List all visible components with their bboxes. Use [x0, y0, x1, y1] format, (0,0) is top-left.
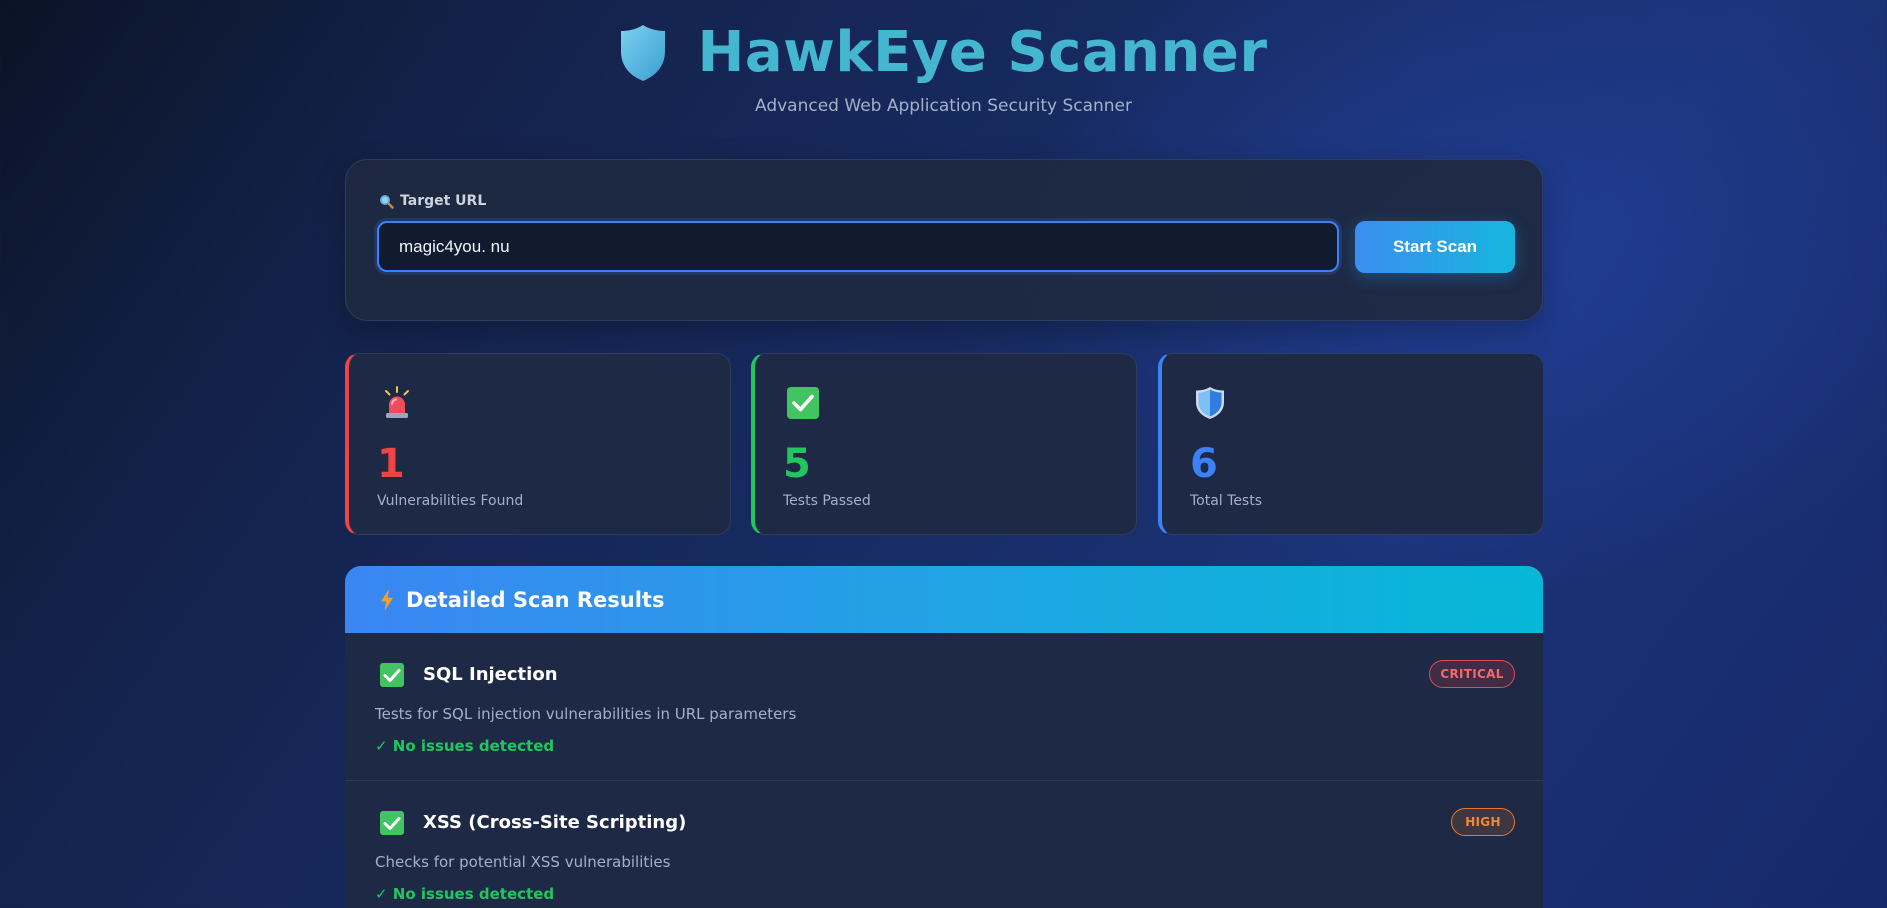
stat-card-vulnerabilities: 1 Vulnerabilities Found	[345, 353, 731, 535]
check-box-icon	[380, 811, 404, 835]
check-box-icon	[787, 387, 819, 419]
start-scan-button[interactable]: Start Scan	[1355, 221, 1515, 273]
result-status: ✓ No issues detected	[375, 885, 555, 903]
page-subtitle: Advanced Web Application Security Scanne…	[755, 96, 1132, 116]
stat-card-total-tests: 6 Total Tests	[1158, 353, 1544, 535]
stat-label: Tests Passed	[783, 493, 871, 509]
scan-results-panel: Detailed Scan Results SQL Injection CRIT…	[345, 566, 1543, 908]
result-status: ✓ No issues detected	[375, 737, 555, 755]
severity-badge: CRITICAL	[1429, 660, 1515, 688]
brand: HawkEye Scanner	[0, 18, 1887, 88]
results-title: Detailed Scan Results	[406, 587, 665, 612]
stat-value: 6	[1190, 441, 1218, 487]
shield-icon	[1196, 387, 1224, 419]
target-url-label: Target URL	[379, 193, 486, 209]
result-description: Checks for potential XSS vulnerabilities	[375, 853, 671, 871]
scan-form-card: Target URL Start Scan	[345, 159, 1543, 321]
check-box-icon	[380, 663, 404, 687]
result-description: Tests for SQL injection vulnerabilities …	[375, 705, 797, 723]
result-item-xss: XSS (Cross-Site Scripting) HIGH Checks f…	[345, 781, 1543, 908]
stat-value: 1	[377, 441, 405, 487]
target-url-label-text: Target URL	[400, 193, 487, 209]
result-item-sql-injection: SQL Injection CRITICAL Tests for SQL inj…	[345, 633, 1543, 781]
result-title: SQL Injection	[423, 664, 558, 685]
target-url-input[interactable]	[377, 221, 1339, 272]
magnifier-icon	[380, 194, 394, 209]
lightning-icon	[381, 588, 393, 611]
severity-badge: HIGH	[1451, 808, 1515, 836]
results-header: Detailed Scan Results	[345, 566, 1543, 633]
shield-icon	[621, 25, 666, 81]
stat-card-tests-passed: 5 Tests Passed	[751, 353, 1137, 535]
stat-label: Vulnerabilities Found	[377, 493, 524, 509]
siren-icon	[385, 386, 409, 418]
page-title: HawkEye Scanner	[697, 20, 1268, 85]
result-title: XSS (Cross-Site Scripting)	[423, 812, 687, 833]
page-header: HawkEye Scanner Advanced Web Application…	[0, 0, 1887, 130]
stat-label: Total Tests	[1190, 493, 1263, 509]
stat-value: 5	[783, 441, 811, 487]
